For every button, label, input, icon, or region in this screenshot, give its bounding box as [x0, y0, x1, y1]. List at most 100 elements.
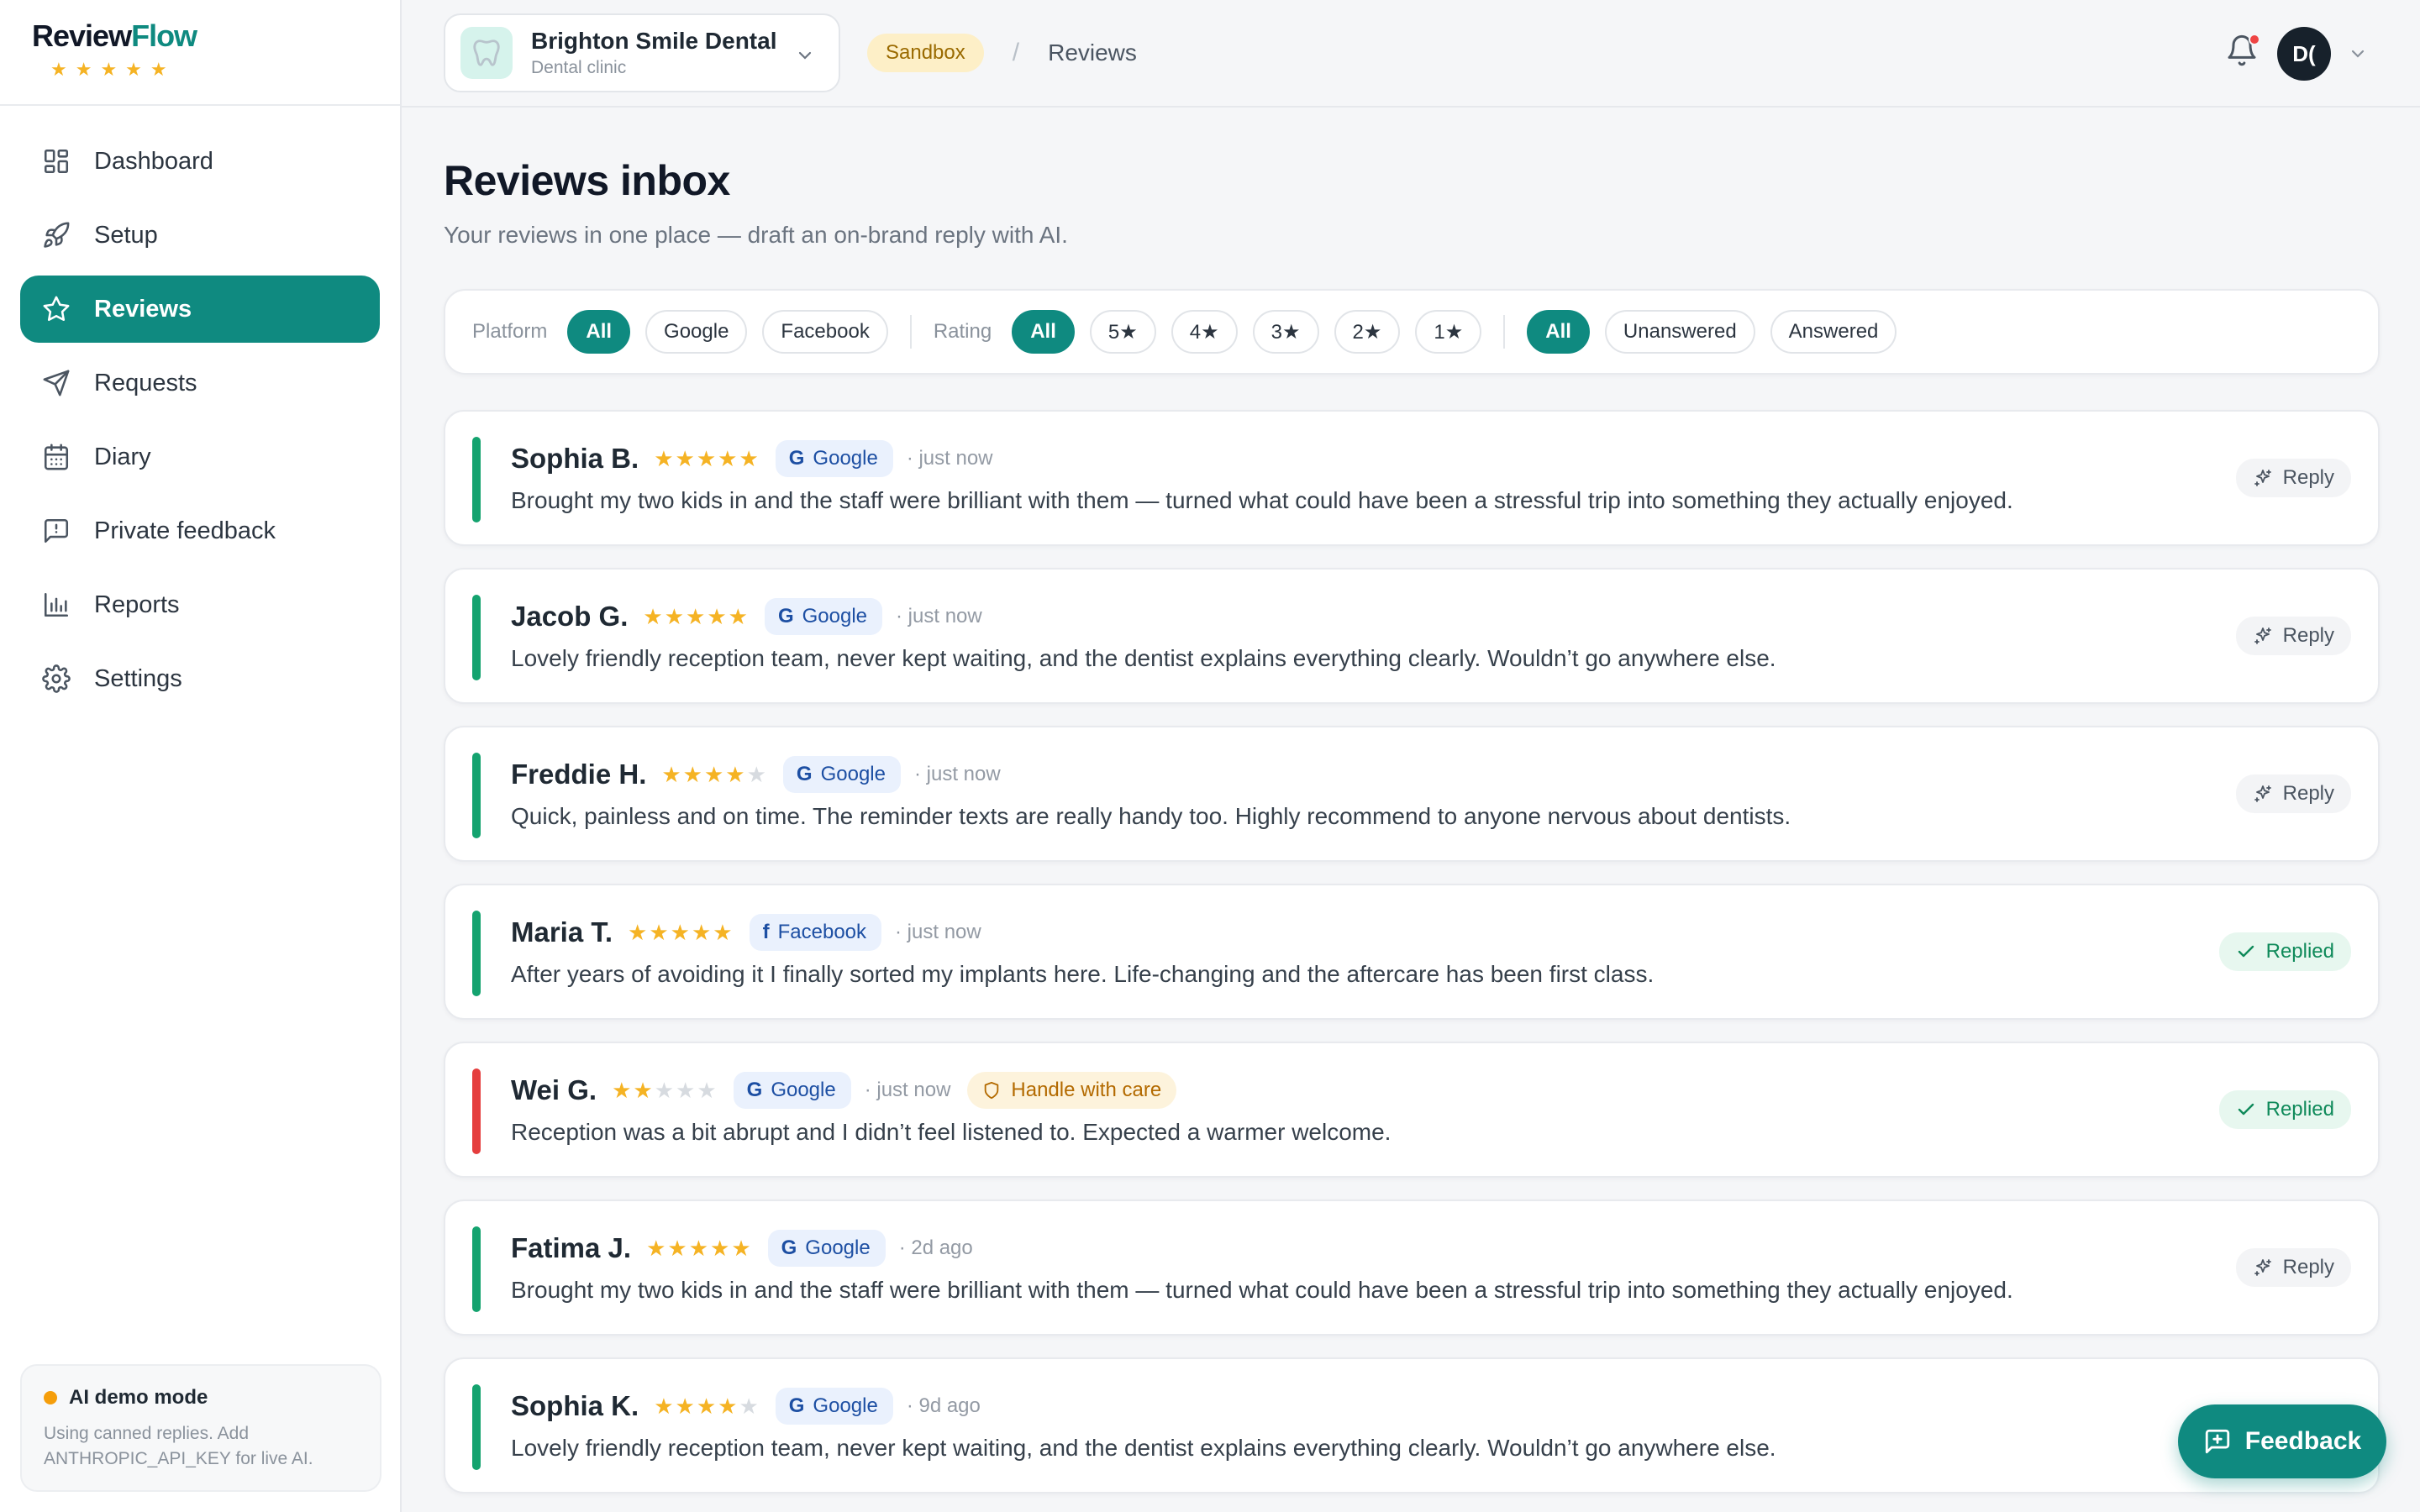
- star-icon: ★: [713, 919, 733, 945]
- reviews-list: Sophia B. ★ ★ ★ ★ ★ G Google · just now Brought m…: [444, 410, 2380, 1494]
- reviewer-name: Freddie H.: [511, 759, 647, 790]
- rating-filter-1[interactable]: 1★: [1415, 310, 1482, 354]
- chevron-down-icon[interactable]: [2348, 44, 2368, 64]
- review-text: Brought my two kids in and the staff wer…: [511, 487, 2013, 513]
- rating-filter-3[interactable]: 3★: [1252, 310, 1319, 354]
- message-plus-icon: [2205, 1429, 2229, 1454]
- star-rating: ★ ★ ★ ★ ★: [612, 1078, 718, 1104]
- review-card[interactable]: Maria T. ★ ★ ★ ★ ★ f Facebook · just now After ye…: [444, 884, 2380, 1020]
- star-icon: ★: [676, 1077, 696, 1103]
- main: Brighton Smile Dental Dental clinic Sand…: [402, 0, 2420, 1512]
- rating-filter-5[interactable]: 5★: [1089, 310, 1156, 354]
- notifications-button[interactable]: [2225, 34, 2262, 71]
- sparkle-icon: [2254, 627, 2271, 644]
- platform-label: Google: [805, 1236, 871, 1259]
- breadcrumb[interactable]: Reviews: [1048, 39, 1137, 66]
- reply-label: Reply: [2282, 624, 2334, 647]
- platform-filter-google[interactable]: Google: [645, 310, 748, 354]
- clinic-selector[interactable]: Brighton Smile Dental Dental clinic: [444, 13, 840, 92]
- reply-button[interactable]: Reply: [2235, 459, 2351, 497]
- review-text: Lovely friendly reception team, never ke…: [511, 645, 1776, 671]
- reply-button[interactable]: Reply: [2235, 617, 2351, 655]
- platform-badge: f Facebook: [749, 914, 882, 951]
- shield-icon: [985, 1081, 999, 1100]
- sidebar-item-dashboard[interactable]: Dashboard: [20, 128, 380, 195]
- star-icon: ★: [664, 603, 685, 629]
- star-icon: ★: [707, 603, 727, 629]
- status-filter-unanswered[interactable]: Unanswered: [1604, 310, 1755, 354]
- reply-label: Reply: [2282, 782, 2334, 805]
- star-icon: ★: [686, 603, 706, 629]
- platform-badge: G Google: [764, 598, 883, 635]
- review-time: · just now: [895, 921, 981, 943]
- message-icon: [40, 515, 72, 547]
- clinic-type: Dental clinic: [531, 58, 627, 77]
- google-icon: G: [788, 447, 805, 470]
- sentiment-bar: [472, 911, 481, 996]
- reviewer-name: Jacob G.: [511, 601, 629, 632]
- avatar[interactable]: D(: [2277, 27, 2331, 81]
- platform-label: Google: [813, 447, 878, 470]
- rating-filter-4[interactable]: 4★: [1171, 310, 1238, 354]
- sidebar-item-diary[interactable]: Diary: [20, 423, 380, 491]
- rating-filter-all[interactable]: All: [1012, 310, 1075, 354]
- star-icon: ★: [746, 761, 766, 787]
- sidebar-item-reviews[interactable]: Reviews: [20, 276, 380, 343]
- sentiment-bar: [472, 437, 481, 522]
- brand[interactable]: ReviewFlow ★★★★★: [0, 0, 400, 106]
- status-filter-all[interactable]: All: [1527, 310, 1590, 354]
- sidebar-item-settings[interactable]: Settings: [20, 645, 380, 712]
- google-icon: G: [746, 1079, 763, 1101]
- star-icon: ★: [688, 1235, 708, 1261]
- replied-label: Replied: [2265, 1098, 2334, 1121]
- google-icon: G: [788, 1394, 805, 1417]
- sidebar-nav: Dashboard Setup Reviews Requests Diary Privat…: [0, 106, 400, 712]
- check-icon: [2238, 945, 2254, 958]
- sparkle-icon: [2254, 1259, 2271, 1276]
- platform-filter-facebook[interactable]: Facebook: [762, 310, 888, 354]
- review-card[interactable]: Sophia B. ★ ★ ★ ★ ★ G Google · just now Brought m…: [444, 410, 2380, 546]
- sidebar-item-requests[interactable]: Requests: [20, 349, 380, 417]
- reply-label: Reply: [2282, 1256, 2334, 1278]
- sidebar: ReviewFlow ★★★★★ Dashboard Setup Reviews Re…: [0, 0, 402, 1512]
- star-icon: ★: [682, 761, 702, 787]
- status-filter-answered[interactable]: Answered: [1770, 310, 1897, 354]
- review-text: Brought my two kids in and the staff wer…: [511, 1277, 2013, 1303]
- platform-label: Google: [771, 1079, 836, 1101]
- topbar: Brighton Smile Dental Dental clinic Sand…: [402, 0, 2420, 108]
- star-rating: ★ ★ ★ ★ ★: [661, 762, 768, 788]
- star-rating: ★ ★ ★ ★ ★: [628, 920, 734, 946]
- sidebar-item-private-feedback[interactable]: Private feedback: [20, 497, 380, 564]
- review-text: After years of avoiding it I finally sor…: [511, 961, 1655, 987]
- review-time: · 9d ago: [906, 1394, 981, 1417]
- sidebar-item-setup[interactable]: Setup: [20, 202, 380, 269]
- review-card[interactable]: Fatima J. ★ ★ ★ ★ ★ G Google · 2d ago Brought my …: [444, 1200, 2380, 1336]
- page-title: Reviews inbox: [444, 157, 730, 204]
- brand-logo: ReviewFlow: [32, 18, 197, 53]
- feedback-button[interactable]: Feedback: [2178, 1404, 2386, 1478]
- sentiment-bar: [472, 1384, 481, 1470]
- review-card[interactable]: Jacob G. ★ ★ ★ ★ ★ G Google · just now Lovely fri…: [444, 568, 2380, 704]
- review-card[interactable]: Wei G. ★ ★ ★ ★ ★ G Google · just now Handle with …: [444, 1042, 2380, 1178]
- divider: [909, 315, 912, 349]
- env-badge: Sandbox: [867, 34, 984, 72]
- sidebar-item-label: Reports: [94, 591, 180, 618]
- star-rating: ★ ★ ★ ★ ★: [654, 446, 760, 472]
- platform-filter-all[interactable]: All: [567, 310, 631, 354]
- platform-label: Google: [802, 605, 868, 627]
- star-icon: ★: [643, 603, 663, 629]
- review-card[interactable]: Sophia K. ★ ★ ★ ★ ★ G Google · 9d ago Lovely frie…: [444, 1357, 2380, 1494]
- reply-button[interactable]: Reply: [2235, 1248, 2351, 1287]
- sidebar-item-label: Settings: [94, 664, 182, 692]
- review-card[interactable]: Freddie H. ★ ★ ★ ★ ★ G Google · just now Quick, p…: [444, 726, 2380, 862]
- rating-filter-2[interactable]: 2★: [1334, 310, 1401, 354]
- sidebar-item-label: Dashboard: [94, 147, 213, 175]
- breadcrumb-separator: /: [1012, 39, 1020, 66]
- replied-badge: Replied: [2218, 1090, 2351, 1129]
- sidebar-item-label: Diary: [94, 443, 151, 470]
- sidebar-item-reports[interactable]: Reports: [20, 571, 380, 638]
- reviewer-name: Sophia B.: [511, 443, 639, 474]
- care-badge: Handle with care: [967, 1072, 1177, 1109]
- star-icon: ★: [718, 1393, 738, 1419]
- reply-button[interactable]: Reply: [2235, 774, 2351, 813]
